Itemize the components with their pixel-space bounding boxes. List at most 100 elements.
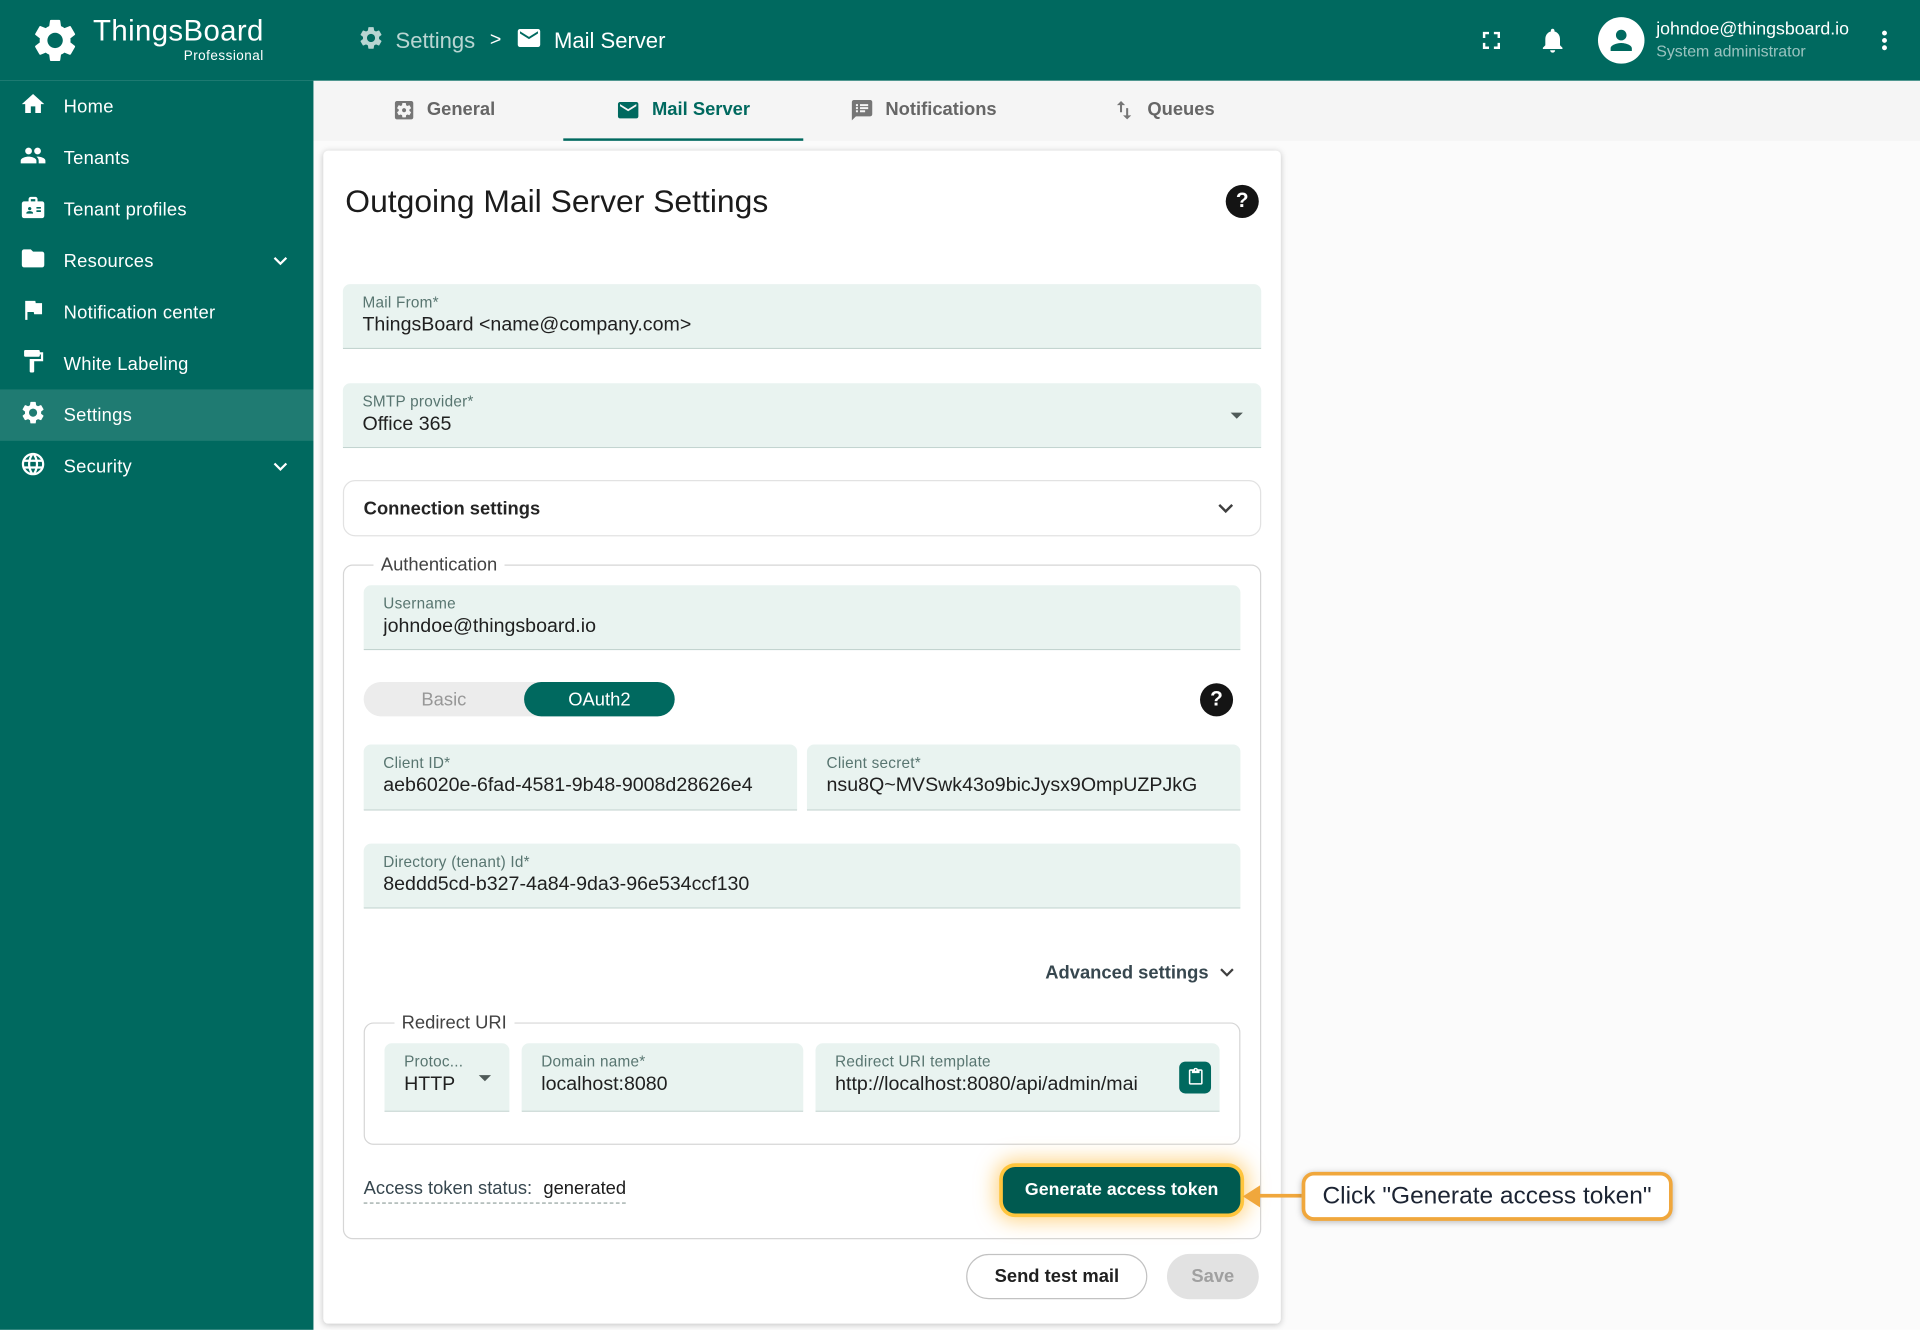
page-title: Outgoing Mail Server Settings bbox=[345, 182, 769, 220]
auth-basic-option[interactable]: Basic bbox=[364, 682, 524, 716]
settings-applications-icon bbox=[394, 100, 413, 119]
brand[interactable]: ThingsBoard Professional bbox=[0, 15, 313, 66]
dropdown-arrow-icon bbox=[1222, 400, 1251, 429]
access-token-status: Access token status: generated bbox=[363, 1177, 627, 1204]
body-row: Home Tenants Tenant profiles Resources N… bbox=[0, 80, 1920, 1330]
redirect-uri-legend: Redirect URI bbox=[401, 1012, 507, 1034]
save-button[interactable]: Save bbox=[1166, 1253, 1259, 1300]
username-label: Username bbox=[383, 595, 456, 613]
send-test-mail-button[interactable]: Send test mail bbox=[966, 1253, 1148, 1300]
chat-notes-icon bbox=[851, 99, 873, 120]
directory-tenant-id-label: Directory (tenant) Id* bbox=[383, 853, 530, 871]
breadcrumb: Settings > Mail Server bbox=[358, 24, 666, 57]
gear-icon bbox=[20, 399, 47, 431]
user-avatar[interactable] bbox=[1597, 17, 1644, 64]
breadcrumb-separator: > bbox=[489, 29, 502, 51]
tab-mail-server[interactable]: Mail Server bbox=[563, 81, 804, 141]
folder-icon bbox=[20, 245, 47, 277]
directory-tenant-id-field[interactable]: Directory (tenant) Id* 8eddd5cd-b327-4a8… bbox=[363, 843, 1241, 909]
import-export-icon bbox=[1116, 100, 1132, 119]
sidebar-item-settings[interactable]: Settings bbox=[0, 389, 314, 441]
domain-name-field[interactable]: Domain name* localhost:8080 bbox=[521, 1043, 804, 1112]
client-secret-field[interactable]: Client secret* nsu8Q~MVSwk43o9bicJysx9Om… bbox=[806, 744, 1241, 811]
advanced-settings-label: Advanced settings bbox=[1045, 961, 1209, 983]
card-title-row: Outgoing Mail Server Settings ? bbox=[343, 180, 1261, 222]
protocol-value: HTTP bbox=[404, 1073, 456, 1095]
client-credentials-row: Client ID* aeb6020e-6fad-4581-9b48-9008d… bbox=[363, 744, 1241, 811]
protocol-select[interactable]: Protoc... HTTP bbox=[384, 1043, 510, 1112]
sidebar-item-security[interactable]: Security bbox=[0, 441, 313, 492]
kebab-menu-icon[interactable] bbox=[1869, 24, 1901, 56]
content-area: General Mail Server Notifications Queues bbox=[313, 80, 1920, 1330]
redirect-uri-template-field[interactable]: Redirect URI template http://localhost:8… bbox=[815, 1043, 1220, 1112]
sidebar-item-white-labeling[interactable]: White Labeling bbox=[0, 338, 313, 389]
smtp-provider-select[interactable]: SMTP provider* Office 365 bbox=[342, 383, 1262, 449]
sidebar-item-resources[interactable]: Resources bbox=[0, 235, 313, 286]
directory-tenant-id-value: 8eddd5cd-b327-4a84-9da3-96e534ccf130 bbox=[383, 874, 750, 896]
thingsboard-app: ThingsBoard Professional Settings > Mail… bbox=[0, 0, 1920, 1330]
globe-icon bbox=[20, 451, 47, 483]
copy-redirect-uri-button[interactable] bbox=[1179, 1061, 1212, 1093]
flag-icon bbox=[20, 296, 47, 328]
sidebar-item-label: Resources bbox=[63, 250, 154, 272]
sidebar-item-home[interactable]: Home bbox=[0, 81, 313, 132]
user-email: johndoe@thingsboard.io bbox=[1656, 19, 1849, 40]
tab-notifications[interactable]: Notifications bbox=[803, 81, 1043, 141]
client-secret-label: Client secret* bbox=[826, 754, 921, 772]
sidebar: Home Tenants Tenant profiles Resources N… bbox=[0, 80, 314, 1330]
smtp-provider-value: Office 365 bbox=[362, 413, 452, 435]
paint-icon bbox=[20, 348, 47, 380]
scale-wrapper: ThingsBoard Professional Settings > Mail… bbox=[0, 0, 1920, 1330]
mail-from-field[interactable]: Mail From* ThingsBoard <name@company.com… bbox=[342, 284, 1262, 349]
access-token-status-value: generated bbox=[543, 1177, 627, 1199]
sidebar-item-label: Home bbox=[63, 96, 114, 117]
tab-label: Notifications bbox=[885, 99, 997, 121]
chevron-down-icon bbox=[1211, 493, 1240, 522]
help-icon[interactable]: ? bbox=[1225, 184, 1259, 218]
sidebar-item-label: Tenant profiles bbox=[63, 198, 187, 220]
sidebar-item-notification-center[interactable]: Notification center bbox=[0, 287, 313, 338]
brand-name: ThingsBoard bbox=[93, 14, 264, 48]
chevron-down-icon bbox=[267, 247, 294, 274]
access-token-row: Access token status: generated Generate … bbox=[363, 1166, 1241, 1214]
chevron-down-icon bbox=[267, 453, 294, 480]
gear-icon bbox=[358, 24, 385, 57]
breadcrumb-settings[interactable]: Settings bbox=[358, 24, 476, 57]
fullscreen-icon[interactable] bbox=[1475, 24, 1507, 56]
top-header: ThingsBoard Professional Settings > Mail… bbox=[0, 0, 1920, 81]
sidebar-item-tenant-profiles[interactable]: Tenant profiles bbox=[0, 184, 313, 235]
sidebar-item-tenants[interactable]: Tenants bbox=[0, 132, 313, 183]
breadcrumb-page-label: Mail Server bbox=[553, 27, 666, 53]
people-icon bbox=[20, 142, 47, 174]
access-token-status-label: Access token status: bbox=[363, 1177, 533, 1199]
breadcrumb-settings-label: Settings bbox=[395, 27, 476, 53]
advanced-settings-toggle[interactable]: Advanced settings bbox=[364, 959, 1241, 986]
annotation-callout: Click "Generate access token" bbox=[1301, 1171, 1673, 1221]
auth-oauth2-option[interactable]: OAuth2 bbox=[524, 682, 675, 717]
redirect-uri-template-value: http://localhost:8080/api/admin/mai bbox=[835, 1073, 1138, 1095]
domain-name-value: localhost:8080 bbox=[541, 1073, 668, 1095]
tab-general[interactable]: General bbox=[323, 81, 563, 141]
thingsboard-logo-icon bbox=[29, 15, 80, 66]
help-icon[interactable]: ? bbox=[1200, 682, 1234, 716]
annotation-connector-line bbox=[1258, 1193, 1302, 1198]
badge-icon bbox=[20, 193, 47, 225]
tab-queues[interactable]: Queues bbox=[1043, 81, 1283, 141]
client-id-field[interactable]: Client ID* aeb6020e-6fad-4581-9b48-9008d… bbox=[363, 744, 798, 811]
connection-settings-panel[interactable]: Connection settings bbox=[342, 480, 1262, 537]
username-field[interactable]: Username johndoe@thingsboard.io bbox=[363, 585, 1241, 651]
authentication-fieldset: Authentication Username johndoe@thingsbo… bbox=[342, 554, 1262, 1240]
sidebar-item-label: Notification center bbox=[63, 301, 216, 323]
person-icon bbox=[1610, 29, 1632, 52]
user-role: System administrator bbox=[1656, 41, 1806, 60]
connection-settings-label: Connection settings bbox=[363, 497, 541, 519]
notifications-bell-icon[interactable] bbox=[1536, 24, 1568, 56]
generate-access-token-button[interactable]: Generate access token bbox=[1002, 1166, 1241, 1214]
sidebar-item-label: Security bbox=[63, 456, 132, 477]
sidebar-item-label: Settings bbox=[63, 404, 133, 426]
mail-from-label: Mail From* bbox=[362, 293, 439, 312]
client-id-value: aeb6020e-6fad-4581-9b48-9008d28626e4 bbox=[383, 775, 753, 796]
auth-type-toggle: Basic OAuth2 bbox=[363, 682, 675, 717]
protocol-label: Protoc... bbox=[404, 1053, 464, 1071]
mail-from-value: ThingsBoard <name@company.com> bbox=[362, 314, 692, 336]
